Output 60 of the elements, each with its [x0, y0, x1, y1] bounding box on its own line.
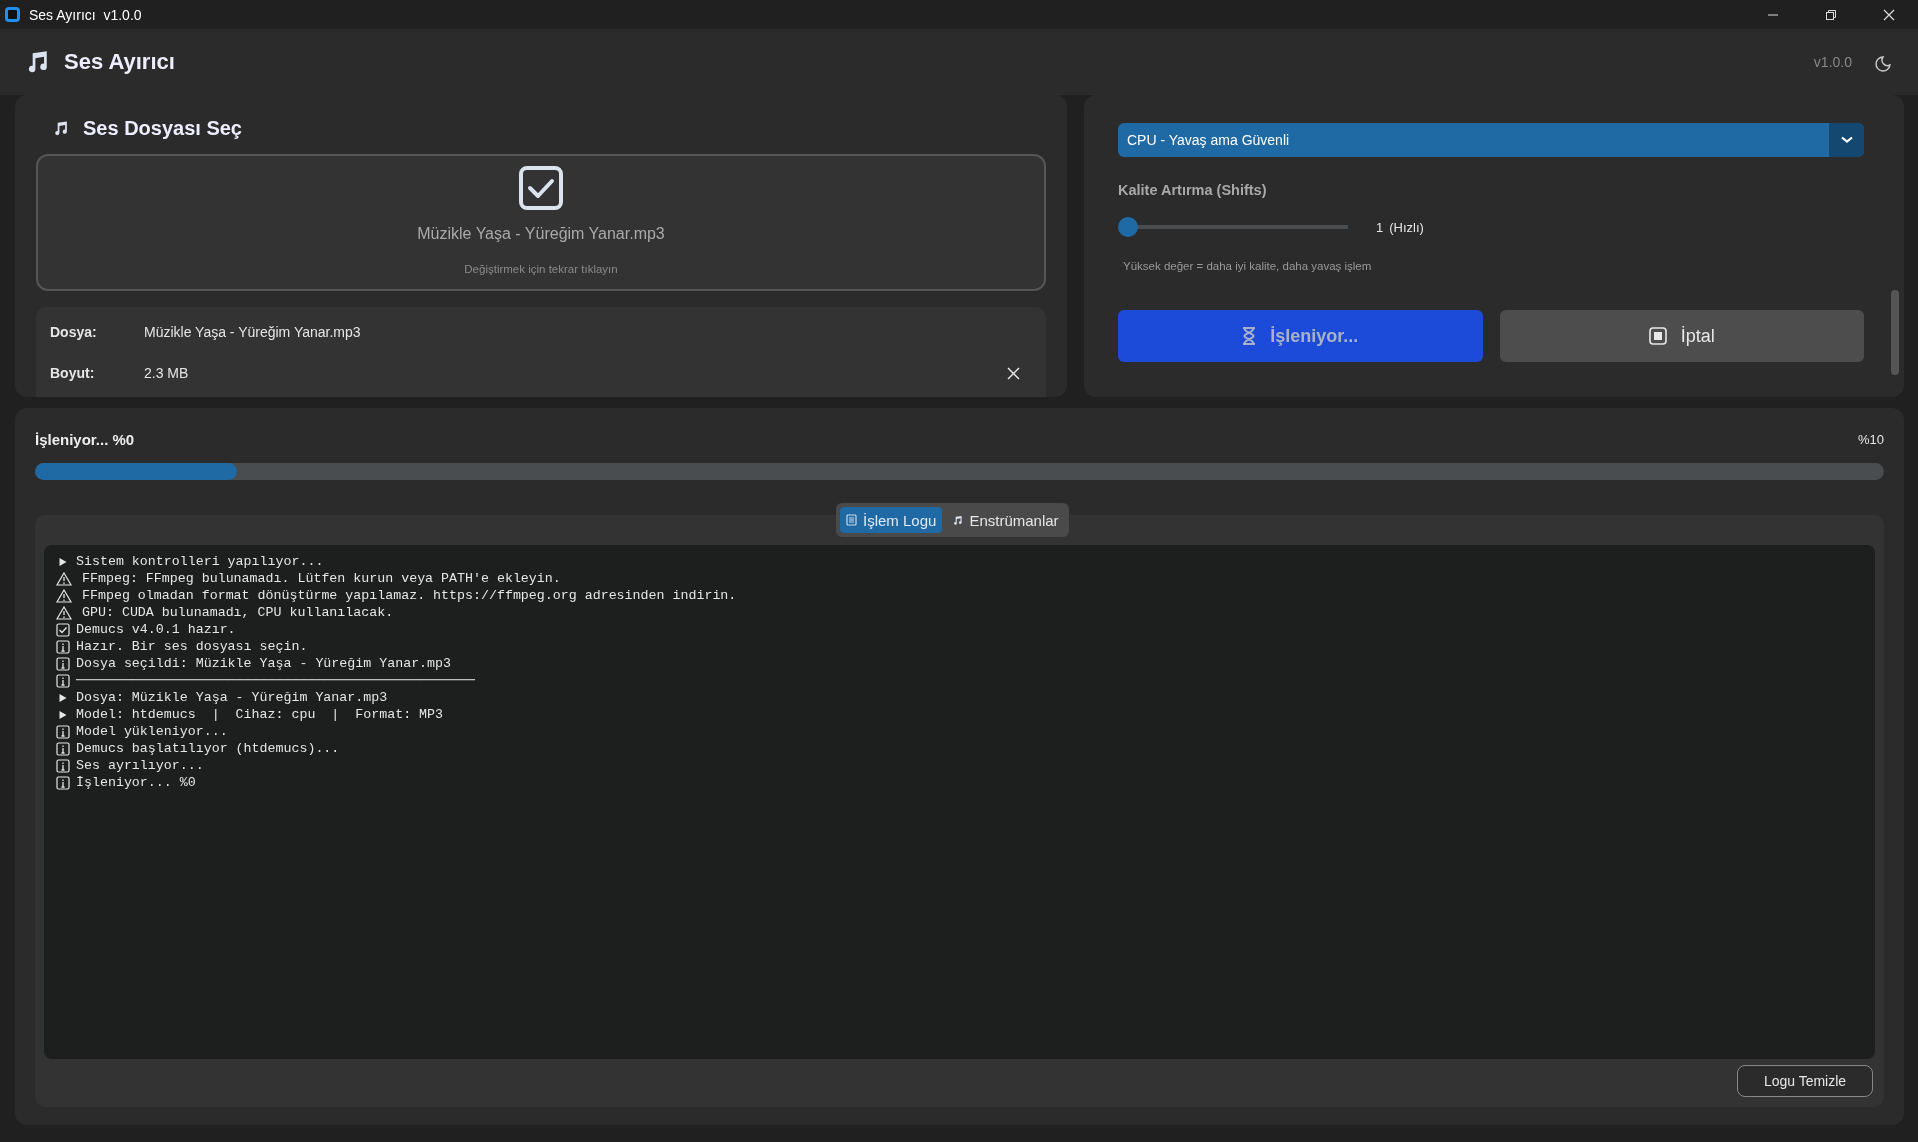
- log-line: Demucs v4.0.1 hazır.: [76, 622, 236, 637]
- progress-percent: %10: [1857, 431, 1884, 447]
- window-title: Ses Ayırıcı v1.0.0: [29, 6, 142, 23]
- stop-icon: [1648, 327, 1667, 345]
- hourglass-icon: [1242, 327, 1257, 345]
- info-icon: [56, 639, 70, 654]
- music-note-icon: [52, 120, 69, 137]
- log-line: Model yükleniyor...: [76, 724, 228, 739]
- log-line: GPU: CUDA bulunamadı, CPU kullanılacak.: [82, 605, 394, 620]
- warning-icon: [56, 605, 72, 620]
- log-line: Hazır. Bir ses dosyası seçin.: [76, 639, 308, 654]
- close-icon[interactable]: [1007, 366, 1020, 380]
- warning-icon: [56, 588, 72, 603]
- chevron-down-icon: [1840, 136, 1853, 144]
- device-dropdown[interactable]: CPU - Yavaş ama Güvenli: [1118, 123, 1864, 157]
- processing-button[interactable]: İşleniyor...: [1118, 310, 1483, 362]
- info-label: Dosya:: [50, 324, 98, 340]
- info-label: Boyut:: [50, 365, 96, 381]
- info-icon: [56, 673, 70, 688]
- checkbox-icon: [56, 622, 70, 637]
- log-line: Ses ayrılıyor...: [76, 758, 204, 773]
- checkbox-icon: [518, 165, 564, 211]
- app-title: Ses Ayırıcı: [64, 49, 175, 75]
- slider-note: (Hızlı): [1389, 219, 1424, 235]
- log-line: Sistem kontrolleri yapılıyor...: [76, 554, 324, 569]
- app-icon: [5, 7, 20, 22]
- setting-label: Kalite Artırma (Shifts): [1118, 182, 1268, 198]
- music-note-icon: [952, 514, 964, 526]
- panel-title: Ses Dosyası Seç: [83, 117, 242, 140]
- log-line: FFmpeg: FFmpeg bulunamadı. Lütfen kurun veya PATH'e ekleyin.: [82, 571, 561, 586]
- log-line: Demucs başlatılıyor (htdemucs)...: [76, 741, 340, 756]
- progress-label: İşleniyor... %0: [35, 430, 135, 448]
- scrollbar[interactable]: [1891, 290, 1899, 375]
- hint-text: Yüksek değer = daha iyi kalite, daha yavaş işlem: [1123, 260, 1373, 272]
- tab[interactable]: İşlem Logu: [840, 507, 943, 533]
- log-line: İşleniyor... %0: [76, 775, 196, 790]
- info-icon: [56, 656, 70, 671]
- log-line: Dosya: Müzikle Yaşa - Yüreğim Yanar.mp3: [76, 690, 388, 705]
- info-icon: [56, 741, 70, 756]
- cancel-button[interactable]: İptal: [1499, 310, 1864, 362]
- log-line: Model: htdemucs | Cihaz: cpu | Format: MP3: [76, 707, 444, 722]
- info-icon: [56, 775, 70, 790]
- moon-icon[interactable]: [1874, 55, 1892, 73]
- close-icon: [1883, 8, 1895, 21]
- log-line: Dosya seçildi: Müzikle Yaşa - Yüreğim Yanar.mp3: [76, 656, 452, 671]
- slider-value: 1: [1376, 219, 1384, 235]
- clear-log-button[interactable]: Logu Temizle: [1737, 1065, 1873, 1097]
- drop-hint: Değiştirmek için tekrar tıklayın: [464, 263, 618, 275]
- restore-icon: [1825, 8, 1837, 21]
- file-name: Müzikle Yaşa - Yüreğim Yanar.mp3: [417, 225, 665, 243]
- info-icon: [56, 758, 70, 773]
- document-icon: [846, 514, 857, 526]
- log-line: ──────────────────────────────────────────────────: [76, 673, 475, 688]
- version-label: v1.0.0: [1813, 54, 1852, 70]
- drop-zone[interactable]: Müzikle Yaşa - Yüreğim Yanar.mp3 Değiştirmek için tekrar tıklayın: [36, 154, 1046, 291]
- info-value: 2.3 MB: [144, 365, 190, 381]
- log-line: FFmpeg olmadan format dönüştürme yapılamaz. https://ffmpeg.org adresinden indirin.: [82, 588, 737, 603]
- info-value: Müzikle Yaşa - Yüreğim Yanar.mp3: [144, 324, 362, 340]
- warning-icon: [56, 571, 72, 586]
- info-icon: [56, 724, 70, 739]
